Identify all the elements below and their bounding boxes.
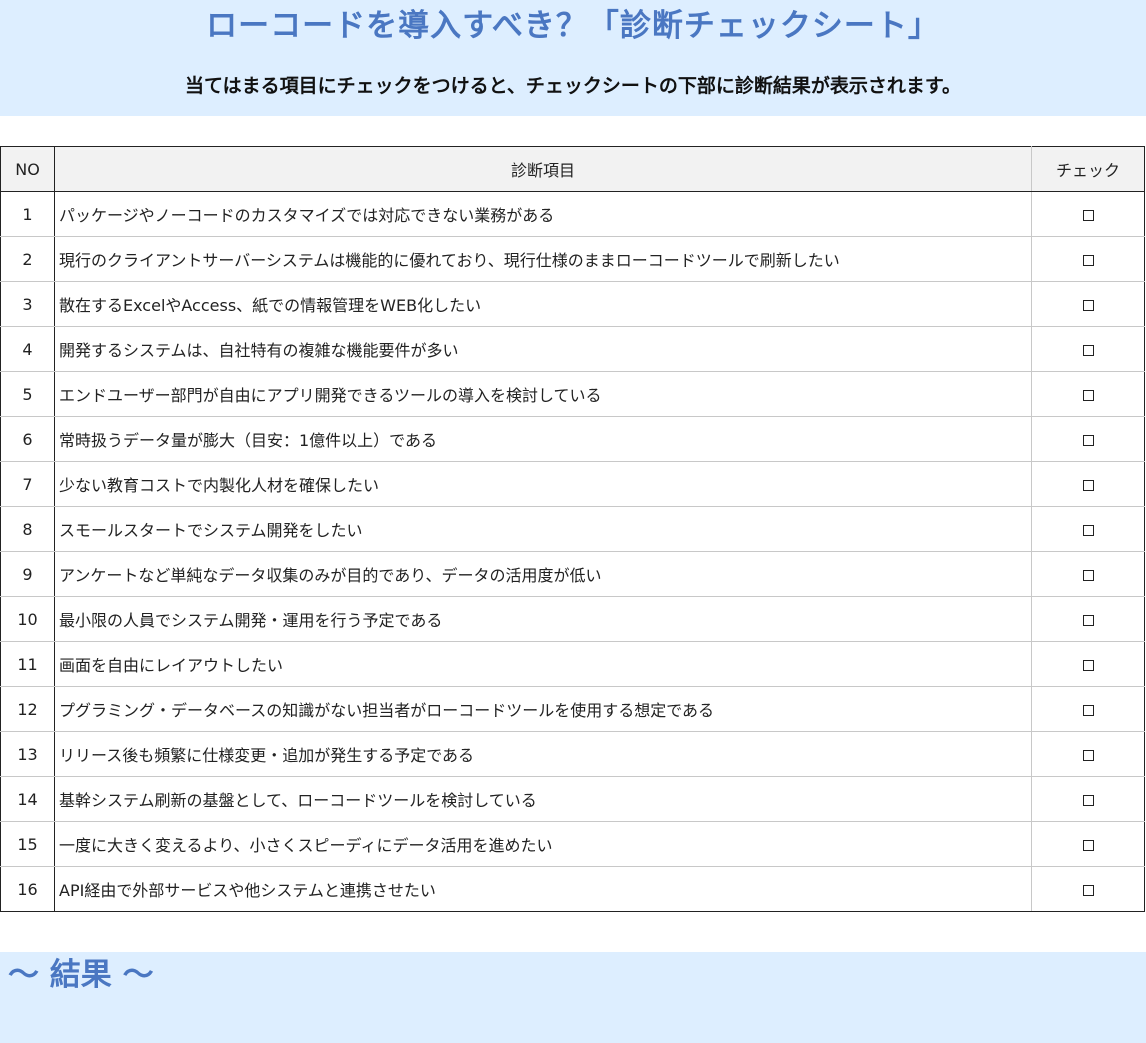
checkbox[interactable] — [1082, 569, 1094, 581]
checkbox[interactable] — [1082, 749, 1094, 761]
check-cell — [1031, 686, 1145, 732]
table-row: 5 エンドユーザー部門が自由にアプリ開発できるツールの導入を検討している — [0, 371, 1145, 417]
table-row: 11 画面を自由にレイアウトしたい — [0, 641, 1145, 687]
check-cell — [1031, 371, 1145, 417]
checkbox[interactable] — [1082, 209, 1094, 221]
checkbox[interactable] — [1082, 389, 1094, 401]
check-cell — [1031, 191, 1145, 237]
checkbox[interactable] — [1082, 434, 1094, 446]
diagnosis-item: 最小限の人員でシステム開発・運用を行う予定である — [54, 596, 1032, 642]
diagnosis-item: パッケージやノーコードのカスタマイズでは対応できない業務がある — [54, 191, 1032, 237]
diagnosis-item: 開発するシステムは、自社特有の複雑な機能要件が多い — [54, 326, 1032, 372]
checkbox[interactable] — [1082, 299, 1094, 311]
checkbox[interactable] — [1082, 254, 1094, 266]
check-cell — [1031, 551, 1145, 597]
checkbox[interactable] — [1082, 839, 1094, 851]
column-header-no: NO — [0, 146, 55, 192]
row-number: 1 — [0, 191, 55, 237]
table-row: 2 現行のクライアントサーバーシステムは機能的に優れており、現行仕様のままローコー… — [0, 236, 1145, 282]
checkbox[interactable] — [1082, 884, 1094, 896]
check-cell — [1031, 641, 1145, 687]
row-number: 2 — [0, 236, 55, 282]
table-header-row: NO 診断項目 チェック — [0, 146, 1145, 192]
diagnosis-item: 一度に大きく変えるより、小さくスピーディにデータ活用を進めたい — [54, 821, 1032, 867]
diagnosis-item: エンドユーザー部門が自由にアプリ開発できるツールの導入を検討している — [54, 371, 1032, 417]
page-title: ローコードを導入すべき？「診断チェックシート」 — [206, 8, 940, 44]
row-number: 9 — [0, 551, 55, 597]
table-row: 3 散在するExcelやAccess、紙での情報管理をWEB化したい — [0, 281, 1145, 327]
checkbox[interactable] — [1082, 524, 1094, 536]
table-row: 8 スモールスタートでシステム開発をしたい — [0, 506, 1145, 552]
check-cell — [1031, 731, 1145, 777]
diagnosis-item: 散在するExcelやAccess、紙での情報管理をWEB化したい — [54, 281, 1032, 327]
diagnosis-item: アンケートなど単純なデータ収集のみが目的であり、データの活用度が低い — [54, 551, 1032, 597]
row-number: 8 — [0, 506, 55, 552]
diagnosis-item: 現行のクライアントサーバーシステムは機能的に優れており、現行仕様のままローコード… — [54, 236, 1032, 282]
diagnosis-item: 基幹システム刷新の基盤として、ローコードツールを検討している — [54, 776, 1032, 822]
row-number: 15 — [0, 821, 55, 867]
row-number: 12 — [0, 686, 55, 732]
row-number: 13 — [0, 731, 55, 777]
diagnosis-item: リリース後も頻繁に仕様変更・追加が発生する予定である — [54, 731, 1032, 777]
table-row: 16 API経由で外部サービスや他システムと連携させたい — [0, 866, 1145, 912]
checkbox[interactable] — [1082, 794, 1094, 806]
row-number: 10 — [0, 596, 55, 642]
diagnosis-item: プグラミング・データベースの知識がない担当者がローコードツールを使用する想定であ… — [54, 686, 1032, 732]
row-number: 4 — [0, 326, 55, 372]
table-row: 10 最小限の人員でシステム開発・運用を行う予定である — [0, 596, 1145, 642]
checkbox[interactable] — [1082, 704, 1094, 716]
table-row: 12 プグラミング・データベースの知識がない担当者がローコードツールを使用する想定… — [0, 686, 1145, 732]
table-row: 1 パッケージやノーコードのカスタマイズでは対応できない業務がある — [0, 191, 1145, 237]
table-row: 9 アンケートなど単純なデータ収集のみが目的であり、データの活用度が低い — [0, 551, 1145, 597]
check-cell — [1031, 866, 1145, 912]
check-cell — [1031, 236, 1145, 282]
check-cell — [1031, 326, 1145, 372]
column-header-item: 診断項目 — [54, 146, 1032, 192]
row-number: 11 — [0, 641, 55, 687]
check-cell — [1031, 416, 1145, 462]
diagnosis-checklist-table: NO 診断項目 チェック 1 パッケージやノーコードのカスタマイズでは対応できない… — [0, 146, 1145, 912]
check-cell — [1031, 506, 1145, 552]
table-row: 14 基幹システム刷新の基盤として、ローコードツールを検討している — [0, 776, 1145, 822]
check-cell — [1031, 596, 1145, 642]
check-cell — [1031, 821, 1145, 867]
diagnosis-item: API経由で外部サービスや他システムと連携させたい — [54, 866, 1032, 912]
table-row: 7 少ない教育コストで内製化人材を確保したい — [0, 461, 1145, 507]
row-number: 5 — [0, 371, 55, 417]
row-number: 3 — [0, 281, 55, 327]
diagnosis-item: 少ない教育コストで内製化人材を確保したい — [54, 461, 1032, 507]
table-row: 13 リリース後も頻繁に仕様変更・追加が発生する予定である — [0, 731, 1145, 777]
row-number: 14 — [0, 776, 55, 822]
checkbox[interactable] — [1082, 479, 1094, 491]
checkbox[interactable] — [1082, 344, 1094, 356]
checkbox[interactable] — [1082, 659, 1094, 671]
diagnosis-item: スモールスタートでシステム開発をしたい — [54, 506, 1032, 552]
table-row: 15 一度に大きく変えるより、小さくスピーディにデータ活用を進めたい — [0, 821, 1145, 867]
table-row: 6 常時扱うデータ量が膨大（目安：1億件以上）である — [0, 416, 1145, 462]
check-cell — [1031, 281, 1145, 327]
check-cell — [1031, 776, 1145, 822]
diagnosis-item: 常時扱うデータ量が膨大（目安：1億件以上）である — [54, 416, 1032, 462]
row-number: 7 — [0, 461, 55, 507]
page-subtitle: 当てはまる項目にチェックをつけると、チェックシートの下部に診断結果が表示されます… — [185, 75, 961, 97]
checkbox[interactable] — [1082, 614, 1094, 626]
column-header-check: チェック — [1031, 146, 1145, 192]
check-cell — [1031, 461, 1145, 507]
table-row: 4 開発するシステムは、自社特有の複雑な機能要件が多い — [0, 326, 1145, 372]
row-number: 6 — [0, 416, 55, 462]
row-number: 16 — [0, 866, 55, 912]
result-banner — [0, 952, 1146, 1043]
diagnosis-item: 画面を自由にレイアウトしたい — [54, 641, 1032, 687]
result-title: ～ 結果 ～ — [8, 957, 154, 993]
